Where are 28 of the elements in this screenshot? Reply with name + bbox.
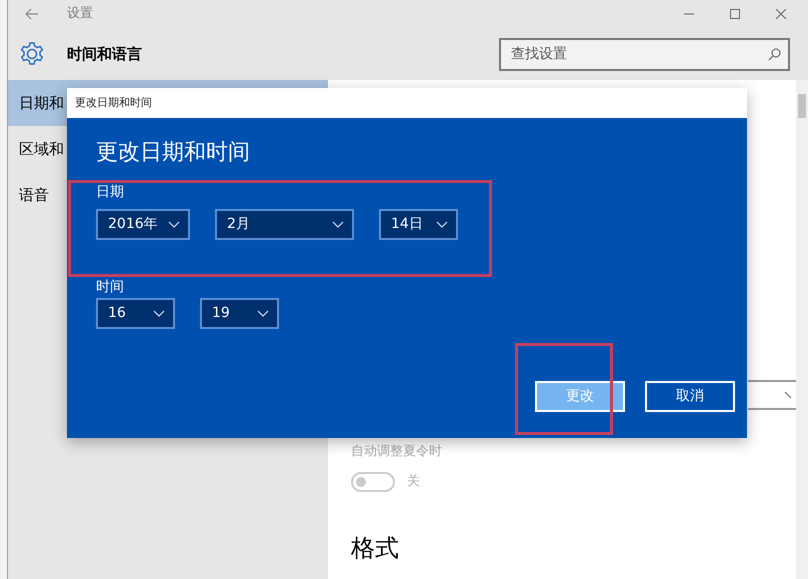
close-icon[interactable] xyxy=(776,9,786,19)
dropdown-field[interactable]: 16 xyxy=(96,298,175,329)
dialog-button[interactable]: 取消 xyxy=(645,381,735,412)
chevron-icon xyxy=(436,221,448,228)
window-title: 设置 xyxy=(67,5,93,24)
scrollbar-thumb[interactable] xyxy=(798,94,806,118)
chevron-icon xyxy=(168,221,180,228)
search-field[interactable]: 查找设置 xyxy=(499,38,790,70)
dropdown-field[interactable]: 2016年 xyxy=(96,209,190,240)
chevron-icon xyxy=(257,310,269,317)
dropdown-field[interactable]: 19 xyxy=(200,298,279,329)
chevron-icon xyxy=(153,310,165,317)
toggle-state: 关 xyxy=(407,472,420,491)
maximize-icon[interactable] xyxy=(730,9,740,19)
field-label: 日期 xyxy=(96,183,124,202)
section-heading: 格式 xyxy=(351,532,400,564)
chevron-icon xyxy=(332,221,344,228)
setting-label: 自动调整夏令时 xyxy=(351,443,443,461)
back-icon[interactable] xyxy=(25,8,39,20)
dropdown-field[interactable]: 2月 xyxy=(215,209,354,240)
chevron-icon xyxy=(784,390,794,400)
field-label: 时间 xyxy=(96,278,124,296)
search-icon[interactable] xyxy=(768,48,781,60)
dropdown-field[interactable]: 14日 xyxy=(379,209,458,240)
dialog-heading: 更改日期和时间 xyxy=(96,139,251,167)
settings-icon xyxy=(19,41,45,67)
dialog-title: 更改日期和时间 xyxy=(75,94,152,111)
page-title: 时间和语言 xyxy=(67,44,142,65)
